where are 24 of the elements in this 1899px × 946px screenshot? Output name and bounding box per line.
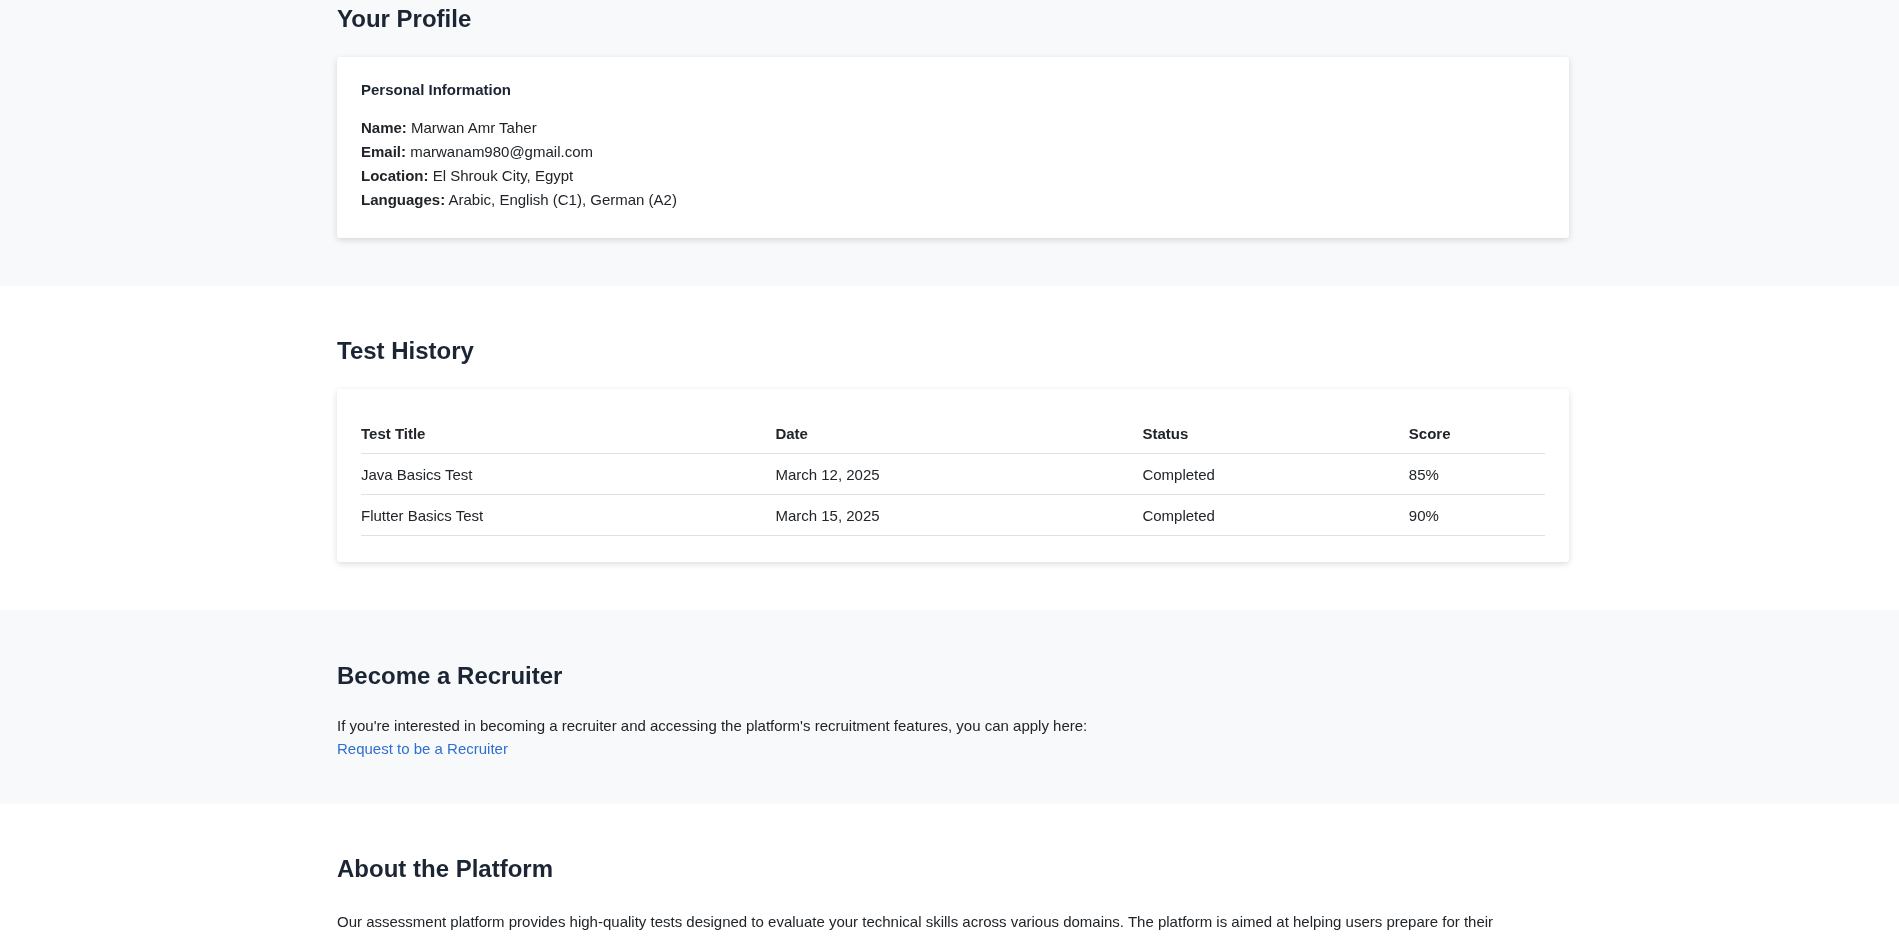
column-header: Status bbox=[1142, 413, 1409, 454]
table-cell: Completed bbox=[1142, 494, 1409, 536]
recruiter-text: If you're interested in becoming a recruiter and accessing the platform's recruitment features, you can apply here: bbox=[337, 716, 1089, 736]
table-cell: Java Basics Test bbox=[361, 453, 776, 495]
table-cell: Flutter Basics Test bbox=[361, 494, 776, 536]
table-cell: Completed bbox=[1142, 453, 1409, 495]
profile-field: Languages: Arabic, English (C1), German (A2) bbox=[361, 188, 1545, 212]
card-title: Personal Information bbox=[361, 81, 512, 98]
column-header: Test Title bbox=[361, 413, 776, 454]
table-cell: 90% bbox=[1408, 494, 1545, 536]
about-text: Our assessment platform provides high-quality tests designed to evaluate your technical skills across various domains. The platform is aimed at helping users prepare for their bbox=[337, 912, 1495, 932]
section-heading: About the Platform bbox=[337, 854, 553, 884]
profile-field: Name: Marwan Amr Taher bbox=[361, 116, 1545, 140]
section-heading: Your Profile bbox=[337, 4, 472, 34]
table-cell: March 15, 2025 bbox=[775, 494, 1143, 536]
table-cell: 85% bbox=[1408, 453, 1545, 495]
section-heading: Test History bbox=[337, 336, 474, 366]
column-header: Score bbox=[1408, 413, 1545, 454]
section-heading: Become a Recruiter bbox=[337, 661, 563, 691]
table-cell: March 12, 2025 bbox=[775, 453, 1143, 495]
profile-field: Email: marwanam980@gmail.com bbox=[361, 140, 1545, 164]
profile-field: Location: El Shrouk City, Egypt bbox=[361, 164, 1545, 188]
recruiter-link[interactable]: Request to be a Recruiter bbox=[337, 740, 508, 757]
column-header: Date bbox=[775, 413, 1143, 454]
